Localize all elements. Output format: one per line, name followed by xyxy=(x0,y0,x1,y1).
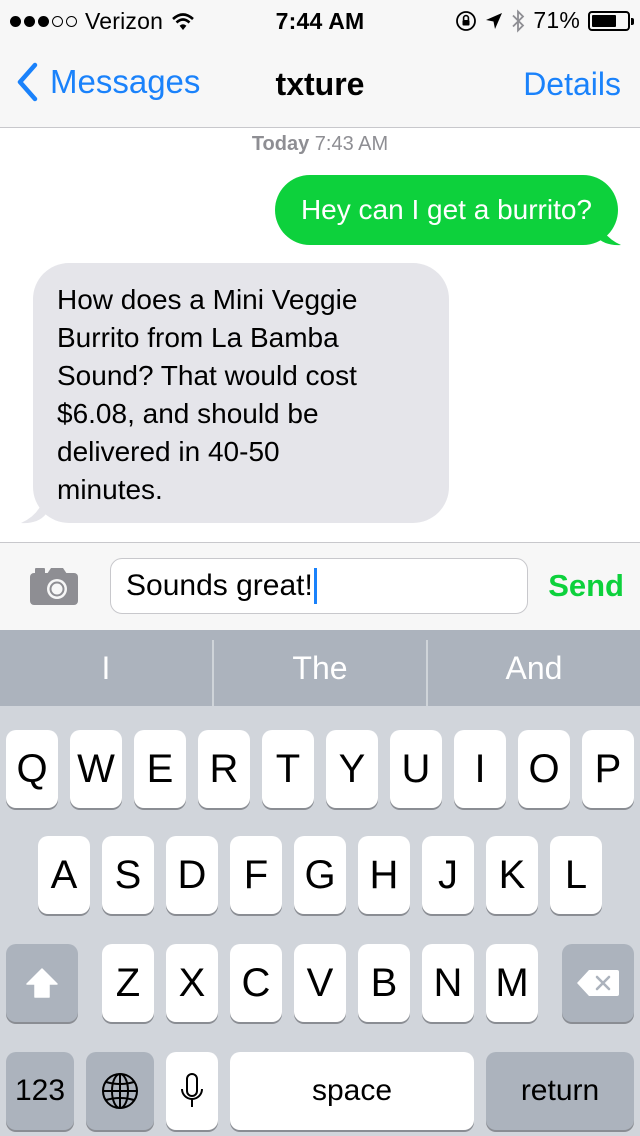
navigation-bar: Messages txture Details xyxy=(0,40,640,128)
details-button[interactable]: Details xyxy=(523,66,621,103)
message-line: Burrito from La Bamba xyxy=(57,322,339,353)
bluetooth-icon xyxy=(512,8,525,33)
message-line: minutes. xyxy=(57,474,163,505)
message-input[interactable]: Sounds great! xyxy=(110,558,528,614)
shift-icon xyxy=(26,968,58,998)
microphone-icon xyxy=(181,1073,203,1107)
outgoing-bubble-tail xyxy=(596,212,621,246)
key-p[interactable]: P xyxy=(582,730,634,808)
return-key[interactable]: return xyxy=(486,1052,634,1130)
camera-icon[interactable] xyxy=(28,565,80,607)
message-line: $6.08, and should be xyxy=(57,398,319,429)
send-button[interactable]: Send xyxy=(548,568,624,604)
predictive-text-bar: I The And xyxy=(0,630,640,706)
key-t[interactable]: T xyxy=(262,730,314,808)
prediction-suggestion[interactable]: I xyxy=(0,630,212,706)
orientation-lock-icon xyxy=(456,10,477,31)
key-s[interactable]: S xyxy=(102,836,154,914)
text-cursor xyxy=(313,568,317,604)
prediction-suggestion[interactable]: And xyxy=(428,630,640,706)
key-f[interactable]: F xyxy=(230,836,282,914)
message-line: Hey can I get a burrito? xyxy=(300,194,592,225)
key-x[interactable]: X xyxy=(166,944,218,1022)
delete-key[interactable] xyxy=(562,944,634,1022)
key-l[interactable]: L xyxy=(550,836,602,914)
keyboard: Q W E R T Y U I O P A S D F G H J K L Z … xyxy=(0,706,640,1136)
key-h[interactable]: H xyxy=(358,836,410,914)
location-arrow-icon xyxy=(486,12,503,29)
key-j[interactable]: J xyxy=(422,836,474,914)
message-input-value: Sounds great! xyxy=(126,569,313,602)
dictation-key[interactable] xyxy=(166,1052,218,1130)
key-q[interactable]: Q xyxy=(6,730,58,808)
message-timestamp: Today 7:43 AM xyxy=(0,133,640,156)
key-o[interactable]: O xyxy=(518,730,570,808)
message-line: Sound? That would cost xyxy=(57,360,357,391)
globe-icon xyxy=(102,1073,138,1109)
key-i[interactable]: I xyxy=(454,730,506,808)
key-u[interactable]: U xyxy=(390,730,442,808)
message-input-bar: Sounds great! Send xyxy=(0,542,640,630)
space-key[interactable]: space xyxy=(230,1052,474,1130)
key-b[interactable]: B xyxy=(358,944,410,1022)
key-y[interactable]: Y xyxy=(326,730,378,808)
key-a[interactable]: A xyxy=(38,836,90,914)
key-z[interactable]: Z xyxy=(102,944,154,1022)
key-v[interactable]: V xyxy=(294,944,346,1022)
shift-key[interactable] xyxy=(6,944,78,1022)
delete-icon xyxy=(577,970,619,996)
battery-percent: 71% xyxy=(533,7,580,33)
key-n[interactable]: N xyxy=(422,944,474,1022)
globe-key[interactable] xyxy=(86,1052,154,1130)
battery-icon xyxy=(588,10,634,31)
incoming-message-bubble[interactable]: How does a Mini Veggie Burrito from La B… xyxy=(33,263,449,523)
timestamp-day: Today xyxy=(251,133,310,155)
key-c[interactable]: C xyxy=(230,944,282,1022)
message-line: How does a Mini Veggie xyxy=(57,284,358,315)
key-d[interactable]: D xyxy=(166,836,218,914)
numbers-key[interactable]: 123 xyxy=(6,1052,74,1130)
timestamp-time: 7:43 AM xyxy=(314,133,389,155)
message-line: delivered in 40-50 xyxy=(57,436,280,467)
key-e[interactable]: E xyxy=(134,730,186,808)
status-bar: Verizon 7:44 AM 71% xyxy=(0,0,640,40)
key-k[interactable]: K xyxy=(486,836,538,914)
key-r[interactable]: R xyxy=(198,730,250,808)
outgoing-message-bubble[interactable]: Hey can I get a burrito? xyxy=(274,175,618,245)
key-m[interactable]: M xyxy=(486,944,538,1022)
status-right: 71% xyxy=(455,7,634,34)
prediction-suggestion[interactable]: The xyxy=(214,630,426,706)
key-g[interactable]: G xyxy=(294,836,346,914)
key-w[interactable]: W xyxy=(70,730,122,808)
incoming-bubble-tail xyxy=(21,490,46,524)
